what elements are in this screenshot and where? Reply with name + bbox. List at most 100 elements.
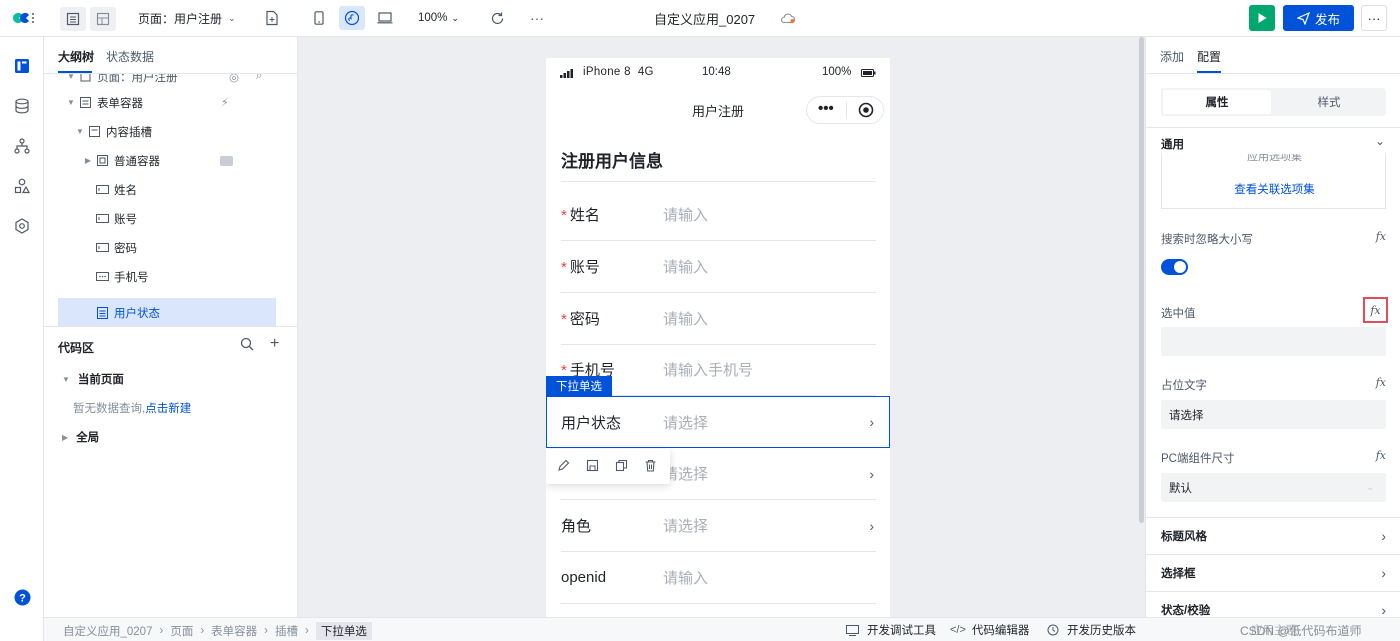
create-new-link[interactable]: 点击新建	[145, 403, 191, 415]
capsule-menu[interactable]: •••	[806, 96, 884, 124]
view-option-set-link[interactable]: 查看关联选项集	[1162, 181, 1385, 197]
tree-item-container[interactable]: ▶ 普通容器	[44, 146, 298, 175]
tree-item-label: 内容插槽	[106, 126, 152, 139]
option-set-box: 应用选项集 查看关联选项集	[1161, 154, 1386, 209]
form-row-user-status[interactable]: 用户状态 请选择 ›	[561, 396, 876, 448]
breadcrumb-current[interactable]: 下拉单选	[315, 622, 372, 640]
more-menu-button[interactable]: ···	[1361, 5, 1387, 31]
section-general-title[interactable]: 通用	[1161, 136, 1184, 152]
outline-view-icon[interactable]	[60, 7, 86, 31]
edit-icon[interactable]	[557, 459, 570, 472]
capsule-divider	[846, 102, 847, 118]
tree-item-phone[interactable]: 手机号	[44, 262, 298, 291]
miniprogram-device-icon[interactable]	[339, 6, 365, 30]
chevron-right-icon: ›	[869, 414, 874, 430]
layout-view-icon[interactable]	[90, 7, 116, 31]
ignore-case-label: 搜索时忽略大小写	[1161, 234, 1253, 246]
canvas-scrollbar[interactable]	[1139, 37, 1144, 523]
field-placeholder[interactable]: 请选择	[663, 515, 869, 536]
page-selector[interactable]: 页面：用户注册 ⌄	[138, 9, 236, 27]
breadcrumb-item[interactable]: 插槽	[275, 623, 298, 639]
breadcrumb-item[interactable]: 表单容器	[211, 623, 257, 639]
history-button[interactable]: 开发历史版本	[1047, 622, 1136, 638]
more-dots-icon[interactable]: •••	[818, 100, 834, 118]
close-miniprogram-icon[interactable]	[858, 102, 874, 118]
ignore-case-toggle[interactable]	[1161, 259, 1188, 275]
seg-properties[interactable]: 属性	[1163, 90, 1271, 114]
code-editor-button[interactable]: </> 代码编辑器	[950, 622, 1029, 638]
run-preview-button[interactable]	[1249, 5, 1275, 31]
tree-item-content-slot[interactable]: ▼ 内容插槽	[44, 117, 298, 146]
database-icon[interactable]	[12, 96, 32, 116]
tree-item-password[interactable]: 密码	[44, 233, 298, 262]
form-row-role[interactable]: 角色 请选择 ›	[561, 500, 876, 552]
seg-style[interactable]: 样式	[1275, 90, 1383, 114]
form-row-password[interactable]: * 密码 请输入	[561, 293, 876, 345]
fx-icon-highlighted[interactable]: fx	[1363, 297, 1388, 323]
tab-outline-tree[interactable]: 大纲树	[58, 48, 94, 65]
outline-panel-icon[interactable]	[12, 56, 32, 76]
debug-tools-label: 开发调试工具	[867, 625, 936, 637]
chevron-right-icon: ›	[200, 625, 205, 637]
divider	[44, 326, 298, 327]
tree-item-user-status-selected[interactable]: 用户状态	[58, 298, 276, 326]
selected-value-input[interactable]	[1161, 327, 1386, 356]
form-row-name[interactable]: * 姓名 请输入	[561, 189, 876, 241]
field-placeholder[interactable]: 请输入	[663, 204, 876, 225]
tab-state-data[interactable]: 状态数据	[106, 48, 154, 65]
field-placeholder[interactable]: 请输入	[663, 256, 876, 277]
field-label-text: 姓名	[569, 207, 600, 224]
save-icon[interactable]	[586, 459, 599, 472]
tree-item-label: 表单容器	[97, 97, 143, 110]
new-page-icon[interactable]	[262, 9, 282, 27]
lightning-icon[interactable]: ⚡	[221, 96, 229, 109]
field-placeholder[interactable]: 请输入	[663, 567, 876, 588]
current-page-group[interactable]: ▼ 当前页面	[62, 371, 124, 387]
fx-icon[interactable]: fx	[1376, 449, 1386, 462]
search-icon[interactable]: ⌕	[256, 74, 262, 83]
fx-icon[interactable]: fx	[1376, 230, 1386, 243]
breadcrumb-item[interactable]: 页面	[170, 623, 193, 639]
zoom-selector[interactable]: 100% ⌄	[418, 9, 459, 27]
debug-tools-button[interactable]: 开发调试工具	[846, 622, 936, 638]
fx-icon[interactable]: fx	[1376, 376, 1386, 389]
field-placeholder[interactable]: 请输入手机号	[663, 359, 876, 380]
eye-icon[interactable]: ◎	[229, 74, 239, 84]
publish-button[interactable]: 发布	[1283, 5, 1354, 31]
help-icon[interactable]: ?	[12, 587, 32, 607]
components-icon[interactable]	[12, 176, 32, 196]
field-placeholder[interactable]: 请输入	[663, 308, 876, 329]
delete-icon[interactable]	[644, 459, 657, 472]
field-placeholder[interactable]: 请选择	[663, 412, 869, 433]
send-icon	[1296, 11, 1310, 25]
form-row-account[interactable]: * 账号 请输入	[561, 241, 876, 293]
status-battery-text: 100%	[822, 66, 852, 78]
caret-down-icon: ▼	[62, 374, 70, 384]
placeholder-input[interactable]: 请选择	[1161, 400, 1386, 429]
tab-config[interactable]: 配置	[1197, 48, 1221, 65]
zoom-value: 100%	[418, 12, 448, 24]
chevron-down-icon[interactable]: ⌄	[1375, 134, 1385, 148]
tree-item-label: 密码	[114, 242, 137, 255]
more-horizontal-icon[interactable]: ···	[527, 9, 547, 27]
workflow-icon[interactable]	[12, 136, 32, 156]
tree-item-name[interactable]: 姓名	[44, 175, 298, 204]
add-icon[interactable]: +	[270, 336, 279, 352]
settings-icon[interactable]	[12, 216, 32, 236]
pc-device-icon[interactable]	[375, 9, 395, 27]
search-icon[interactable]	[240, 337, 254, 351]
pc-size-select[interactable]: 默认 ⌄	[1161, 473, 1386, 502]
breadcrumb-item[interactable]: 自定义应用_0207	[63, 623, 152, 639]
global-group[interactable]: ▶ 全局	[62, 429, 99, 445]
copy-icon[interactable]	[615, 459, 628, 472]
tab-add[interactable]: 添加	[1160, 48, 1184, 65]
section-title-style[interactable]: 标题风格 ›	[1146, 517, 1400, 554]
form-row-openid[interactable]: openid 请输入	[561, 552, 876, 604]
section-select-box[interactable]: 选择框 ›	[1146, 554, 1400, 591]
tree-item-form-container[interactable]: ▼ 表单容器 ⚡	[44, 88, 298, 117]
publish-label: 发布	[1314, 12, 1340, 27]
tree-item-account[interactable]: 账号	[44, 204, 298, 233]
field-placeholder[interactable]: 请选择	[663, 463, 869, 484]
mobile-device-icon[interactable]	[310, 9, 328, 27]
refresh-icon[interactable]	[487, 9, 507, 27]
